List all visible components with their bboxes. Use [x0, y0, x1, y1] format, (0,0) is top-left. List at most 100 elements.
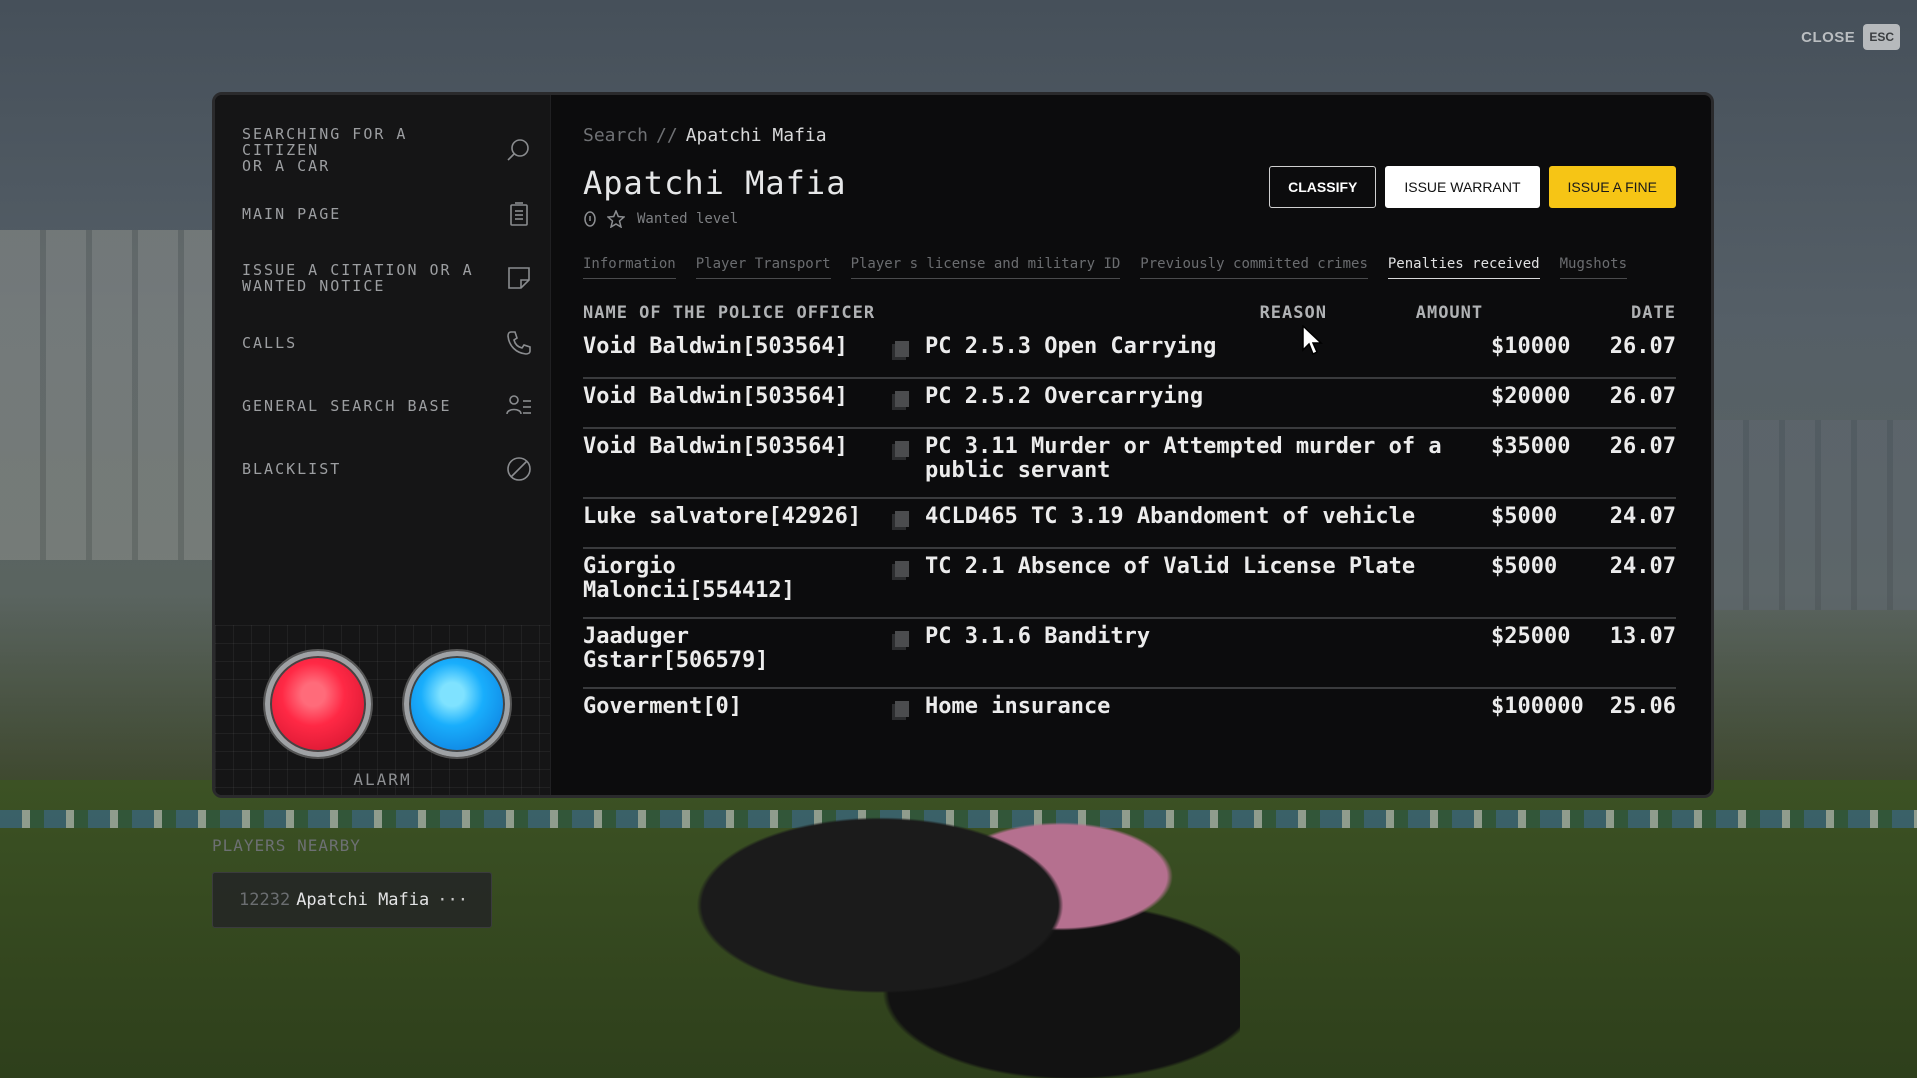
sidebar-item-main-page[interactable]: MAIN PAGE	[215, 185, 550, 243]
sidebar-item-label: SEARCHING FOR A CITIZEN OR A CAR	[242, 125, 408, 175]
table-row: Void Baldwin[503564] PC 2.5.3 Open Carry…	[583, 329, 1676, 379]
profile-header: Apatchi Mafia Wanted level CLASSIFY ISSU…	[583, 164, 1676, 228]
table-row: Giorgio Maloncii[554412] TC 2.1 Absence …	[583, 548, 1676, 619]
sidebar-item-label: ISSUE A CITATION OR A WANTED NOTICE	[242, 261, 474, 295]
issue-warrant-button[interactable]: ISSUE WARRANT	[1385, 166, 1540, 208]
officer-cell: Luke salvatore[42926]	[583, 498, 895, 549]
clipboard-icon	[504, 199, 534, 229]
table-row: Void Baldwin[503564] PC 3.11 Murder or A…	[583, 428, 1676, 499]
date-cell: 24.07	[1606, 498, 1676, 549]
reason-cell: PC 2.5.2 Overcarrying	[925, 378, 1491, 429]
officer-cell: Giorgio Maloncii[554412]	[583, 548, 895, 619]
date-cell: 13.07	[1606, 618, 1676, 689]
reason-cell: 4CLD465 TC 3.19 Abandoment of vehicle	[925, 498, 1491, 549]
amount-cell: $20000	[1491, 378, 1606, 429]
background-building-left	[0, 230, 230, 560]
date-cell: 26.07	[1606, 428, 1676, 499]
sidebar-item-search-citizen[interactable]: SEARCHING FOR A CITIZEN OR A CAR	[215, 115, 550, 185]
phone-icon	[504, 328, 534, 358]
copy-icon[interactable]	[895, 341, 909, 357]
player-id: 12232	[239, 890, 291, 910]
police-database-window: SEARCHING FOR A CITIZEN OR A CAR MAIN PA…	[212, 92, 1714, 798]
player-name: Apatchi Mafia	[296, 890, 430, 910]
background-characters	[640, 790, 1240, 1078]
star-icon	[607, 210, 625, 228]
date-cell: 25.06	[1606, 688, 1676, 734]
penalties-table: NAME OF THE POLICE OFFICER REASON AMOUNT…	[583, 303, 1676, 329]
more-options-icon[interactable]: ···	[437, 890, 468, 910]
sidebar: SEARCHING FOR A CITIZEN OR A CAR MAIN PA…	[215, 95, 551, 795]
esc-key-badge[interactable]: ESC	[1863, 24, 1900, 50]
close-label[interactable]: CLOSE	[1801, 29, 1855, 46]
reason-cell: PC 2.5.3 Open Carrying	[925, 329, 1491, 379]
officer-cell: Void Baldwin[503564]	[583, 329, 895, 379]
date-cell: 24.07	[1606, 548, 1676, 619]
table-row: Void Baldwin[503564] PC 2.5.2 Overcarryi…	[583, 378, 1676, 429]
date-cell: 26.07	[1606, 378, 1676, 429]
people-list-icon	[504, 391, 534, 421]
sidebar-item-blacklist[interactable]: BLACKLIST	[215, 439, 550, 499]
table-row: Jaaduger Gstarr[506579] PC 3.1.6 Banditr…	[583, 618, 1676, 689]
alarm-red-button[interactable]	[265, 651, 371, 757]
wanted-level: Wanted level	[583, 210, 846, 228]
sidebar-item-calls[interactable]: CALLS	[215, 313, 550, 373]
wanted-level-label: Wanted level	[637, 211, 739, 227]
ban-icon	[504, 454, 534, 484]
info-icon	[584, 211, 596, 227]
breadcrumb-current: Apatchi Mafia	[685, 125, 827, 146]
copy-icon[interactable]	[895, 511, 909, 527]
alarm-panel: ALARM	[215, 625, 550, 795]
issue-fine-button[interactable]: ISSUE A FINE	[1548, 166, 1676, 208]
column-header-reason: REASON	[1259, 303, 1327, 323]
copy-icon[interactable]	[895, 701, 909, 717]
table-row: Goverment[0] Home insurance $100000 25.0…	[583, 688, 1676, 734]
close-control[interactable]: CLOSE ESC	[1801, 24, 1900, 50]
reason-cell: Home insurance	[925, 688, 1491, 734]
officer-cell: Jaaduger Gstarr[506579]	[583, 618, 895, 689]
alarm-blue-button[interactable]	[404, 651, 510, 757]
column-header-officer: NAME OF THE POLICE OFFICER	[583, 303, 876, 323]
tab-penalties-received[interactable]: Penalties received	[1387, 256, 1540, 279]
tab-mugshots[interactable]: Mugshots	[1559, 256, 1628, 279]
copy-icon[interactable]	[895, 391, 909, 407]
column-header-date: DATE	[1631, 303, 1676, 323]
penalties-table-body: Void Baldwin[503564] PC 2.5.3 Open Carry…	[583, 329, 1676, 734]
nearby-player-card[interactable]: 12232 Apatchi Mafia ···	[212, 872, 492, 928]
sidebar-item-issue-citation[interactable]: ISSUE A CITATION OR A WANTED NOTICE	[215, 243, 550, 313]
sidebar-item-label: BLACKLIST	[242, 460, 342, 478]
amount-cell: $100000	[1491, 688, 1606, 734]
tab-license-military-id[interactable]: Player s license and military ID	[850, 256, 1121, 279]
reason-cell: PC 3.11 Murder or Attempted murder of a …	[925, 428, 1491, 499]
amount-cell: $25000	[1491, 618, 1606, 689]
officer-cell: Void Baldwin[503564]	[583, 428, 895, 499]
breadcrumb-root[interactable]: Search	[583, 125, 648, 146]
reason-cell: TC 2.1 Absence of Valid License Plate	[925, 548, 1491, 619]
profile-tabs: Information Player Transport Player s li…	[583, 256, 1676, 279]
action-buttons: CLASSIFY ISSUE WARRANT ISSUE A FINE	[1269, 166, 1676, 208]
officer-cell: Void Baldwin[503564]	[583, 378, 895, 429]
tab-information[interactable]: Information	[583, 256, 676, 279]
table-scroll-area[interactable]: Void Baldwin[503564] PC 2.5.3 Open Carry…	[583, 329, 1676, 734]
players-nearby-title: PLAYERS NEARBY	[212, 836, 361, 855]
amount-cell: $35000	[1491, 428, 1606, 499]
copy-icon[interactable]	[895, 631, 909, 647]
date-cell: 26.07	[1606, 329, 1676, 379]
officer-cell: Goverment[0]	[583, 688, 895, 734]
amount-cell: $10000	[1491, 329, 1606, 379]
search-icon	[504, 135, 534, 165]
alarm-label: ALARM	[353, 770, 412, 789]
sidebar-item-label: MAIN PAGE	[242, 205, 342, 223]
main-content: Search // Apatchi Mafia Apatchi Mafia Want…	[551, 95, 1711, 795]
breadcrumb-separator: //	[656, 125, 678, 146]
table-row: Luke salvatore[42926] 4CLD465 TC 3.19 Ab…	[583, 498, 1676, 549]
classify-button[interactable]: CLASSIFY	[1269, 166, 1377, 208]
copy-icon[interactable]	[895, 561, 909, 577]
amount-cell: $5000	[1491, 498, 1606, 549]
tab-player-transport[interactable]: Player Transport	[695, 256, 831, 279]
tab-previous-crimes[interactable]: Previously committed crimes	[1140, 256, 1368, 279]
sidebar-item-label: GENERAL SEARCH BASE	[242, 397, 452, 415]
column-header-amount: AMOUNT	[1415, 303, 1484, 323]
copy-icon[interactable]	[895, 441, 909, 457]
amount-cell: $5000	[1491, 548, 1606, 619]
sidebar-item-general-search[interactable]: GENERAL SEARCH BASE	[215, 373, 550, 439]
